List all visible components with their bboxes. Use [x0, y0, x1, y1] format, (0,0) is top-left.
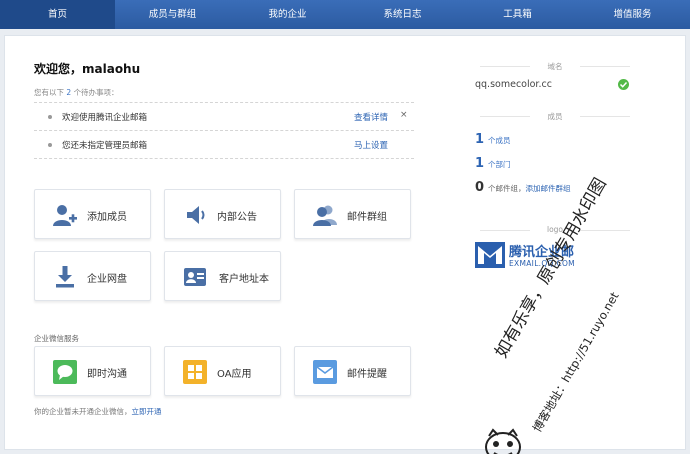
tile-label: 邮件群组	[347, 212, 387, 223]
tile-label: 即时沟通	[87, 369, 127, 380]
nav-value-added[interactable]: 增值服务	[575, 0, 690, 29]
todo-text: 欢迎使用腾讯企业邮箱	[62, 113, 148, 123]
nav-home[interactable]: 首页	[0, 0, 115, 29]
domain-heading: 域名	[475, 61, 635, 72]
tile-label: 添加成员	[87, 212, 127, 223]
welcome-title: 欢迎您，malaohu	[34, 62, 141, 76]
todo-hint: 您有以下 2 个待办事项：	[34, 87, 119, 98]
mailgroup-count: 0 个邮件组，添加邮件群组	[475, 180, 571, 195]
mail-icon	[313, 360, 337, 384]
tile-label: 企业网盘	[87, 274, 127, 285]
view-details-link[interactable]: 查看详情	[354, 111, 388, 123]
add-member-button[interactable]: 添加成员	[34, 189, 151, 239]
mailgroup-count-number: 0	[475, 180, 485, 195]
download-icon	[56, 266, 74, 288]
todo-item: 欢迎使用腾讯企业邮箱 查看详情 ×	[34, 105, 414, 129]
watermark-stamp-icon	[485, 428, 521, 454]
contact-card-icon	[184, 268, 206, 286]
department-count-number: 1	[475, 156, 485, 171]
todo-item: 您还未指定管理员邮箱 马上设置	[34, 133, 414, 157]
client-addressbook-button[interactable]: 客户地址本	[164, 251, 281, 301]
oa-app-button[interactable]: OA应用	[164, 346, 281, 396]
todo-text: 您还未指定管理员邮箱	[62, 141, 148, 151]
department-count-unit: 个部门	[488, 160, 511, 169]
wechat-note: 你的企业暂未开通企业微信，立即开通	[34, 406, 162, 417]
check-icon	[618, 79, 629, 90]
main-panel: 欢迎您，malaohu 您有以下 2 个待办事项： 欢迎使用腾讯企业邮箱 查看详…	[4, 35, 686, 454]
mail-reminder-button[interactable]: 邮件提醒	[294, 346, 411, 396]
todo-hint-suffix: 个待办事项：	[73, 88, 119, 97]
members-heading: 成员	[475, 111, 635, 122]
mailgroup-count-unit: 个邮件组，	[488, 184, 526, 193]
add-user-icon	[53, 205, 77, 226]
chat-icon	[53, 360, 77, 384]
bullet-icon	[48, 115, 52, 119]
divider	[34, 102, 414, 103]
close-icon[interactable]: ×	[400, 110, 408, 120]
activate-wechat-link[interactable]: 立即开通	[132, 407, 162, 416]
group-icon	[313, 205, 337, 226]
nav-toolbox[interactable]: 工具箱	[460, 0, 575, 29]
top-nav: 首页 成员与群组 我的企业 系统日志 工具箱 增值服务	[0, 0, 690, 29]
add-mail-group-link[interactable]: 添加邮件群组	[526, 184, 571, 193]
apps-grid-icon	[183, 360, 207, 384]
mail-group-button[interactable]: 邮件群组	[294, 189, 411, 239]
divider	[34, 130, 414, 131]
tile-label: 内部公告	[217, 212, 257, 223]
nav-my-company[interactable]: 我的企业	[230, 0, 345, 29]
netdisk-button[interactable]: 企业网盘	[34, 251, 151, 301]
member-count-number: 1	[475, 132, 485, 147]
wechat-services-title: 企业微信服务	[34, 334, 79, 343]
tile-label: 邮件提醒	[347, 369, 387, 380]
member-count-unit: 个成员	[488, 136, 511, 145]
watermark-line-2: 博客地址：http://51.ruyo.net	[529, 289, 622, 435]
nav-members-groups[interactable]: 成员与群组	[115, 0, 230, 29]
watermark: 如有乐享，原创专用水印图 博客地址：http://51.ruyo.net	[431, 175, 681, 454]
nav-system-log[interactable]: 系统日志	[345, 0, 460, 29]
set-now-link[interactable]: 马上设置	[354, 139, 388, 151]
member-count[interactable]: 1 个成员	[475, 132, 511, 147]
divider	[34, 158, 414, 159]
internal-notice-button[interactable]: 内部公告	[164, 189, 281, 239]
wechat-note-text: 你的企业暂未开通企业微信，	[34, 407, 132, 416]
instant-chat-button[interactable]: 即时沟通	[34, 346, 151, 396]
speaker-icon	[187, 206, 205, 224]
domain-value: qq.somecolor.cc	[475, 79, 552, 90]
department-count[interactable]: 1 个部门	[475, 156, 511, 171]
tile-label: OA应用	[217, 369, 252, 380]
todo-count: 2	[66, 88, 72, 97]
todo-hint-prefix: 您有以下	[34, 88, 64, 97]
bullet-icon	[48, 143, 52, 147]
tile-label: 客户地址本	[219, 274, 269, 285]
